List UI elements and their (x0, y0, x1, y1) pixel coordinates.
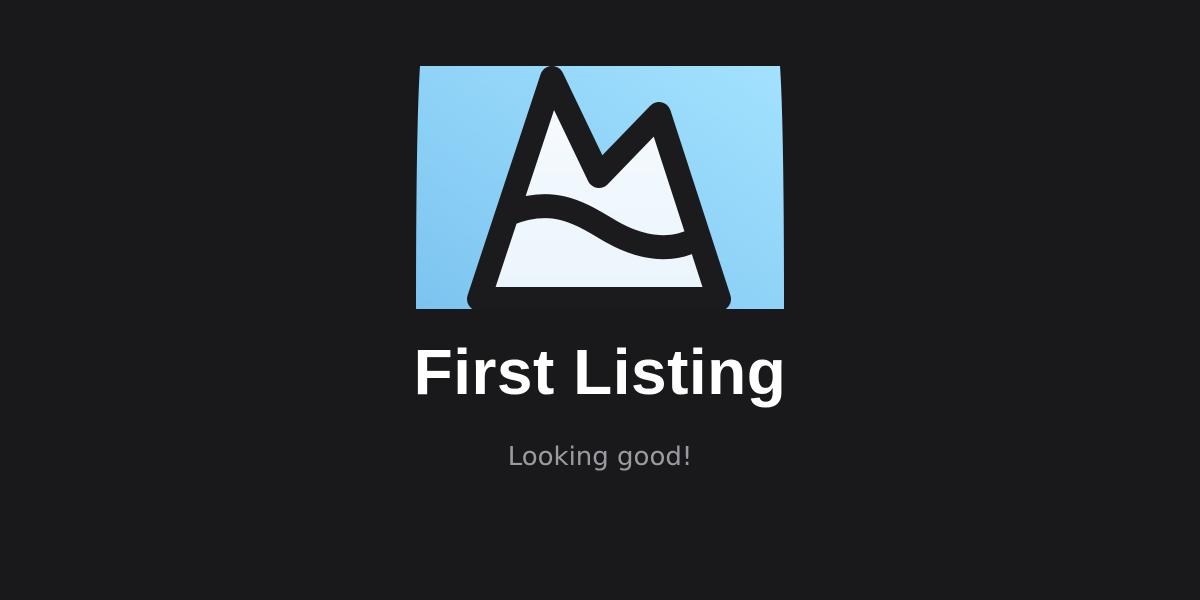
achievement-screen: First Listing Looking good! (0, 0, 1200, 600)
achievement-subtitle: Looking good! (507, 442, 693, 472)
mountain-icon (416, 66, 784, 309)
achievement-title: First Listing (413, 336, 787, 408)
